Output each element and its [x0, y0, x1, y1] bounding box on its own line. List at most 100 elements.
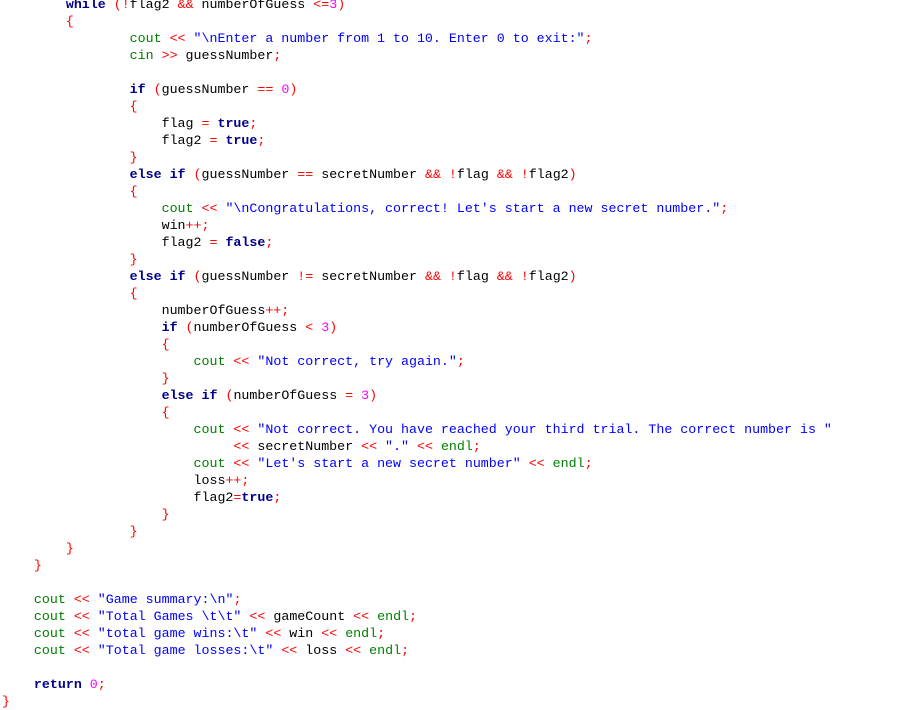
- identifier-token: [186, 269, 194, 284]
- code-line: cout << "Total Games \t\t" << gameCount …: [2, 608, 832, 625]
- identifier-token: [66, 626, 74, 641]
- operator-token: {: [129, 184, 138, 199]
- operator-token: ;: [97, 677, 106, 692]
- keyword-token: if: [161, 320, 178, 335]
- operator-token: {: [129, 286, 138, 301]
- number-token: 3: [361, 388, 370, 403]
- keyword-token: if: [201, 388, 218, 403]
- operator-token: {: [161, 337, 170, 352]
- keyword-token: true: [217, 116, 250, 131]
- identifier-token: numberOfGuess: [233, 388, 346, 403]
- operator-token: }: [33, 558, 42, 573]
- stream-token: cout: [33, 609, 66, 624]
- identifier-token: flag: [456, 167, 497, 182]
- code-editor[interactable]: while (!flag2 && numberOfGuess <=3) { co…: [2, 0, 832, 710]
- keyword-token: false: [225, 235, 266, 250]
- identifier-token: [513, 167, 521, 182]
- identifier-token: guessNumber: [201, 167, 298, 182]
- identifier-token: [90, 592, 98, 607]
- keyword-token: if: [129, 82, 146, 97]
- identifier-token: [521, 456, 529, 471]
- identifier-token: flag2: [528, 269, 569, 284]
- operator-token: ==: [297, 167, 314, 182]
- stream-token: endl: [377, 609, 410, 624]
- operator-token: (: [193, 269, 202, 284]
- string-token: "Let's start a new secret number": [257, 456, 521, 471]
- operator-token: }: [161, 507, 170, 522]
- operator-token: =: [345, 388, 354, 403]
- operator-token: <<: [416, 439, 433, 454]
- operator-token: <<: [345, 643, 362, 658]
- code-line: if (numberOfGuess < 3): [2, 319, 832, 336]
- code-line: numberOfGuess++;: [2, 302, 832, 319]
- identifier-token: [337, 626, 345, 641]
- operator-token: ++;: [265, 303, 290, 318]
- keyword-token: if: [169, 269, 186, 284]
- stream-token: endl: [369, 643, 402, 658]
- number-token: 3: [321, 320, 330, 335]
- operator-token: <<: [361, 439, 378, 454]
- operator-token: ;: [273, 490, 282, 505]
- stream-token: cout: [161, 201, 194, 216]
- identifier-token: [162, 167, 170, 182]
- identifier-token: guessNumber: [161, 82, 258, 97]
- operator-token: !: [520, 269, 529, 284]
- operator-token: ;: [265, 235, 274, 250]
- identifier-token: [194, 201, 202, 216]
- operator-token: <<: [265, 626, 282, 641]
- identifier-token: [441, 269, 449, 284]
- operator-token: }: [65, 541, 74, 556]
- keyword-token: true: [241, 490, 274, 505]
- operator-token: ;: [456, 354, 465, 369]
- code-line: win++;: [2, 217, 832, 234]
- identifier-token: loss: [193, 473, 226, 488]
- code-line: else if (guessNumber != secretNumber && …: [2, 268, 832, 285]
- operator-token: &&: [496, 269, 513, 284]
- operator-token: !: [448, 269, 457, 284]
- operator-token: &&: [177, 0, 194, 12]
- stream-token: endl: [345, 626, 378, 641]
- operator-token: ;: [273, 48, 282, 63]
- identifier-token: flag2: [528, 167, 569, 182]
- operator-token: <<: [321, 626, 338, 641]
- stream-token: cout: [193, 422, 226, 437]
- code-line: }: [2, 149, 832, 166]
- identifier-token: [82, 677, 90, 692]
- operator-token: <=: [313, 0, 330, 12]
- operator-token: ;: [409, 609, 418, 624]
- code-line: {: [2, 336, 832, 353]
- identifier-token: win: [281, 626, 322, 641]
- identifier-token: [353, 388, 361, 403]
- operator-token: ;: [584, 31, 593, 46]
- operator-token: {: [129, 99, 138, 114]
- identifier-token: secretNumber: [313, 269, 425, 284]
- string-token: "Total Games \t\t": [97, 609, 242, 624]
- code-line: {: [2, 183, 832, 200]
- code-line: cin >> guessNumber;: [2, 47, 832, 64]
- stream-token: cout: [33, 592, 66, 607]
- operator-token: <<: [233, 354, 250, 369]
- stream-token: cout: [193, 354, 226, 369]
- identifier-token: [154, 48, 162, 63]
- stream-token: cout: [129, 31, 162, 46]
- identifier-token: guessNumber: [177, 48, 274, 63]
- identifier-token: guessNumber: [201, 269, 298, 284]
- operator-token: ;: [377, 626, 386, 641]
- code-line: {: [2, 98, 832, 115]
- identifier-token: [66, 592, 74, 607]
- identifier-token: [513, 269, 521, 284]
- identifier-token: [545, 456, 553, 471]
